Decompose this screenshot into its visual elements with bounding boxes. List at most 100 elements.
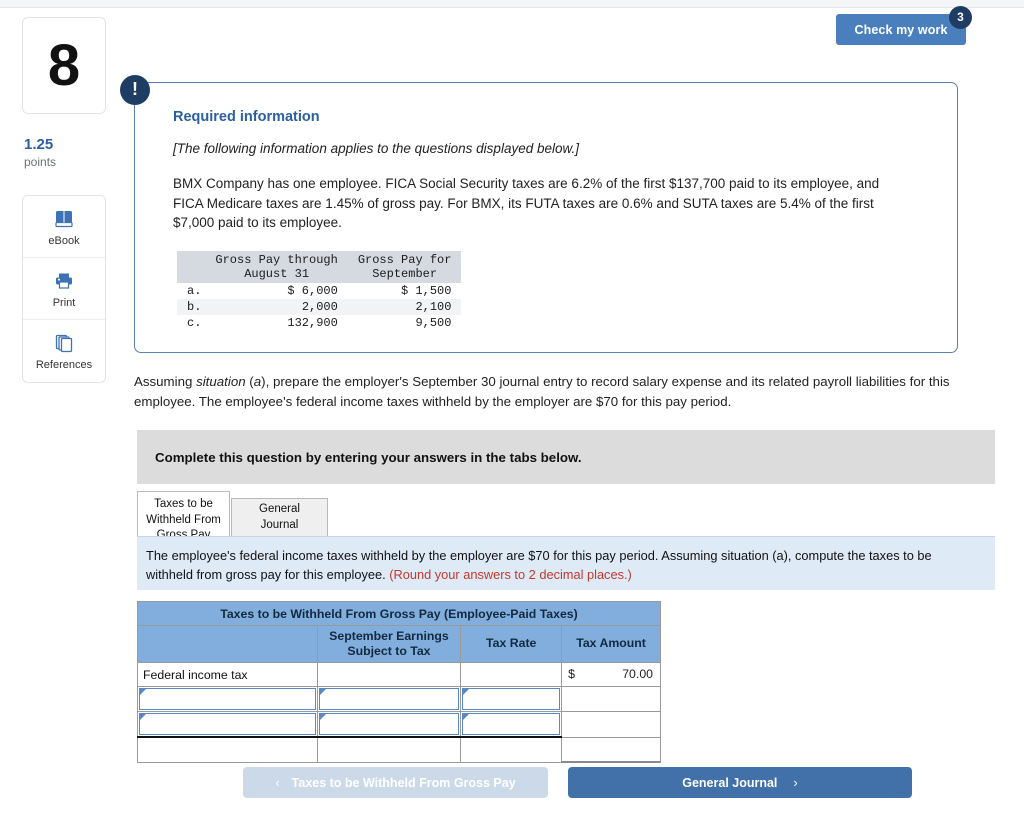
table-row-total bbox=[138, 737, 661, 762]
print-label: Print bbox=[53, 297, 76, 309]
row2-rate-input[interactable] bbox=[462, 688, 560, 710]
prev-tab-label: Taxes to be Withheld From Gross Pay bbox=[292, 776, 516, 790]
prev-tab-button[interactable]: ‹ Taxes to be Withheld From Gross Pay bbox=[243, 767, 548, 798]
gross-pay-table-corner bbox=[177, 251, 205, 283]
required-information-box: Required information [The following info… bbox=[134, 82, 958, 353]
points-label: points bbox=[24, 154, 106, 171]
next-tab-label: General Journal bbox=[682, 776, 777, 790]
check-my-work-group: Check my work 3 bbox=[836, 14, 996, 46]
answer-table-title: Taxes to be Withheld From Gross Pay (Emp… bbox=[138, 602, 661, 626]
answer-col-tax-amount-header: Tax Amount bbox=[562, 626, 661, 663]
table-header-row: Gross Pay throughAugust 31 Gross Pay for… bbox=[177, 251, 461, 283]
points-value: 1.25 bbox=[24, 136, 106, 154]
row2-account-input[interactable] bbox=[139, 688, 316, 710]
row3-account-cell[interactable] bbox=[138, 712, 318, 738]
row3-amount-cell bbox=[562, 712, 661, 738]
row3-account-input[interactable] bbox=[139, 713, 316, 735]
tab-general-journal-label: General Journal bbox=[240, 502, 319, 533]
row-c-through-aug: 132,900 bbox=[205, 315, 347, 331]
row3-rate-cell[interactable] bbox=[461, 712, 562, 738]
chevron-down-icon[interactable] bbox=[463, 689, 469, 695]
required-information-note: [The following information applies to th… bbox=[173, 141, 927, 156]
row-a-september: $ 1,500 bbox=[348, 283, 462, 299]
tab-taxes-to-be-withheld-label: Taxes to be Withheld From Gross Pay bbox=[146, 498, 221, 541]
check-my-work-button[interactable]: Check my work bbox=[836, 14, 966, 45]
ebook-button[interactable]: eBook bbox=[23, 196, 105, 258]
instruction-banner: The employee's federal income taxes with… bbox=[137, 536, 995, 590]
left-rail: 8 1.25 points eBook bbox=[22, 17, 106, 383]
row3-rate-input[interactable] bbox=[462, 713, 560, 735]
row-b-september: 2,100 bbox=[348, 299, 462, 315]
question-page: Check my work 3 8 1.25 points eBook bbox=[0, 0, 1024, 827]
row-a-through-aug: $ 6,000 bbox=[205, 283, 347, 299]
complete-question-bar: Complete this question by entering your … bbox=[137, 430, 995, 484]
answer-table-title-row: Taxes to be Withheld From Gross Pay (Emp… bbox=[138, 602, 661, 626]
assume-italic-situation: situation bbox=[196, 374, 246, 389]
table-row bbox=[138, 712, 661, 738]
assume-part1: Assuming bbox=[134, 374, 196, 389]
ebook-icon bbox=[53, 206, 75, 232]
top-strip bbox=[0, 0, 1024, 8]
references-button[interactable]: References bbox=[23, 320, 105, 382]
question-number-box: 8 bbox=[22, 17, 106, 114]
tab-general-journal[interactable]: General Journal bbox=[231, 498, 328, 536]
total-rate-cell bbox=[461, 737, 562, 762]
answer-col-blank-header bbox=[138, 626, 318, 663]
ebook-label: eBook bbox=[48, 235, 79, 247]
row2-account-cell[interactable] bbox=[138, 687, 318, 712]
check-my-work-badge: 3 bbox=[949, 6, 972, 29]
currency-symbol: $ bbox=[568, 667, 575, 681]
row-key-b: b. bbox=[177, 299, 205, 315]
assume-paragraph: Assuming situation (a), prepare the empl… bbox=[134, 372, 996, 412]
row-federal-income-tax-earnings bbox=[317, 663, 461, 687]
chevron-down-icon[interactable] bbox=[140, 689, 146, 695]
row-federal-income-tax-amount: $ 70.00 bbox=[562, 663, 661, 687]
gross-pay-table: Gross Pay throughAugust 31 Gross Pay for… bbox=[177, 251, 461, 331]
table-row: Federal income tax $ 70.00 bbox=[138, 663, 661, 687]
points-block: 1.25 points bbox=[22, 136, 106, 171]
row-federal-income-tax-rate bbox=[461, 663, 562, 687]
chevron-down-icon[interactable] bbox=[320, 689, 326, 695]
answer-col-tax-rate-header: Tax Rate bbox=[461, 626, 562, 663]
tab-taxes-to-be-withheld[interactable]: Taxes to be Withheld From Gross Pay bbox=[137, 491, 230, 536]
alert-icon: ! bbox=[120, 75, 150, 105]
complete-question-text: Complete this question by entering your … bbox=[155, 450, 582, 465]
table-row: a. $ 6,000 $ 1,500 bbox=[177, 283, 461, 299]
assume-part2: ( bbox=[246, 374, 254, 389]
row2-earnings-cell[interactable] bbox=[317, 687, 461, 712]
print-icon bbox=[53, 268, 75, 294]
required-information-title: Required information bbox=[173, 109, 927, 125]
answer-col-earnings-header: September EarningsSubject to Tax bbox=[317, 626, 461, 663]
chevron-down-icon[interactable] bbox=[463, 714, 469, 720]
amount-value: 70.00 bbox=[622, 667, 653, 681]
total-earnings-cell bbox=[317, 737, 461, 762]
row-key-a: a. bbox=[177, 283, 205, 299]
row3-earnings-cell[interactable] bbox=[317, 712, 461, 738]
total-amount-cell bbox=[562, 737, 661, 762]
gross-pay-september-header: Gross Pay forSeptember bbox=[348, 251, 462, 283]
chevron-down-icon[interactable] bbox=[140, 714, 146, 720]
tool-panel: eBook Print bbox=[22, 195, 106, 383]
references-icon bbox=[53, 330, 75, 356]
chevron-right-icon: › bbox=[793, 775, 797, 790]
answer-table-header-row: September EarningsSubject to Tax Tax Rat… bbox=[138, 626, 661, 663]
table-row: c. 132,900 9,500 bbox=[177, 315, 461, 331]
required-information-paragraph: BMX Company has one employee. FICA Socia… bbox=[173, 174, 899, 233]
row-federal-income-tax-label: Federal income tax bbox=[138, 663, 318, 687]
table-row: b. 2,000 2,100 bbox=[177, 299, 461, 315]
tab-bar: Taxes to be Withheld From Gross Pay Gene… bbox=[137, 491, 328, 536]
row3-earnings-input[interactable] bbox=[319, 713, 460, 735]
print-button[interactable]: Print bbox=[23, 258, 105, 320]
row2-rate-cell[interactable] bbox=[461, 687, 562, 712]
chevron-down-icon[interactable] bbox=[320, 714, 326, 720]
row-key-c: c. bbox=[177, 315, 205, 331]
row-b-through-aug: 2,000 bbox=[205, 299, 347, 315]
table-row bbox=[138, 687, 661, 712]
row2-earnings-input[interactable] bbox=[319, 688, 460, 710]
row-c-september: 9,500 bbox=[348, 315, 462, 331]
question-number: 8 bbox=[48, 37, 80, 95]
gross-pay-through-header: Gross Pay throughAugust 31 bbox=[205, 251, 347, 283]
answer-table: Taxes to be Withheld From Gross Pay (Emp… bbox=[137, 601, 661, 763]
total-label-cell bbox=[138, 737, 318, 762]
next-tab-button[interactable]: General Journal › bbox=[568, 767, 912, 798]
